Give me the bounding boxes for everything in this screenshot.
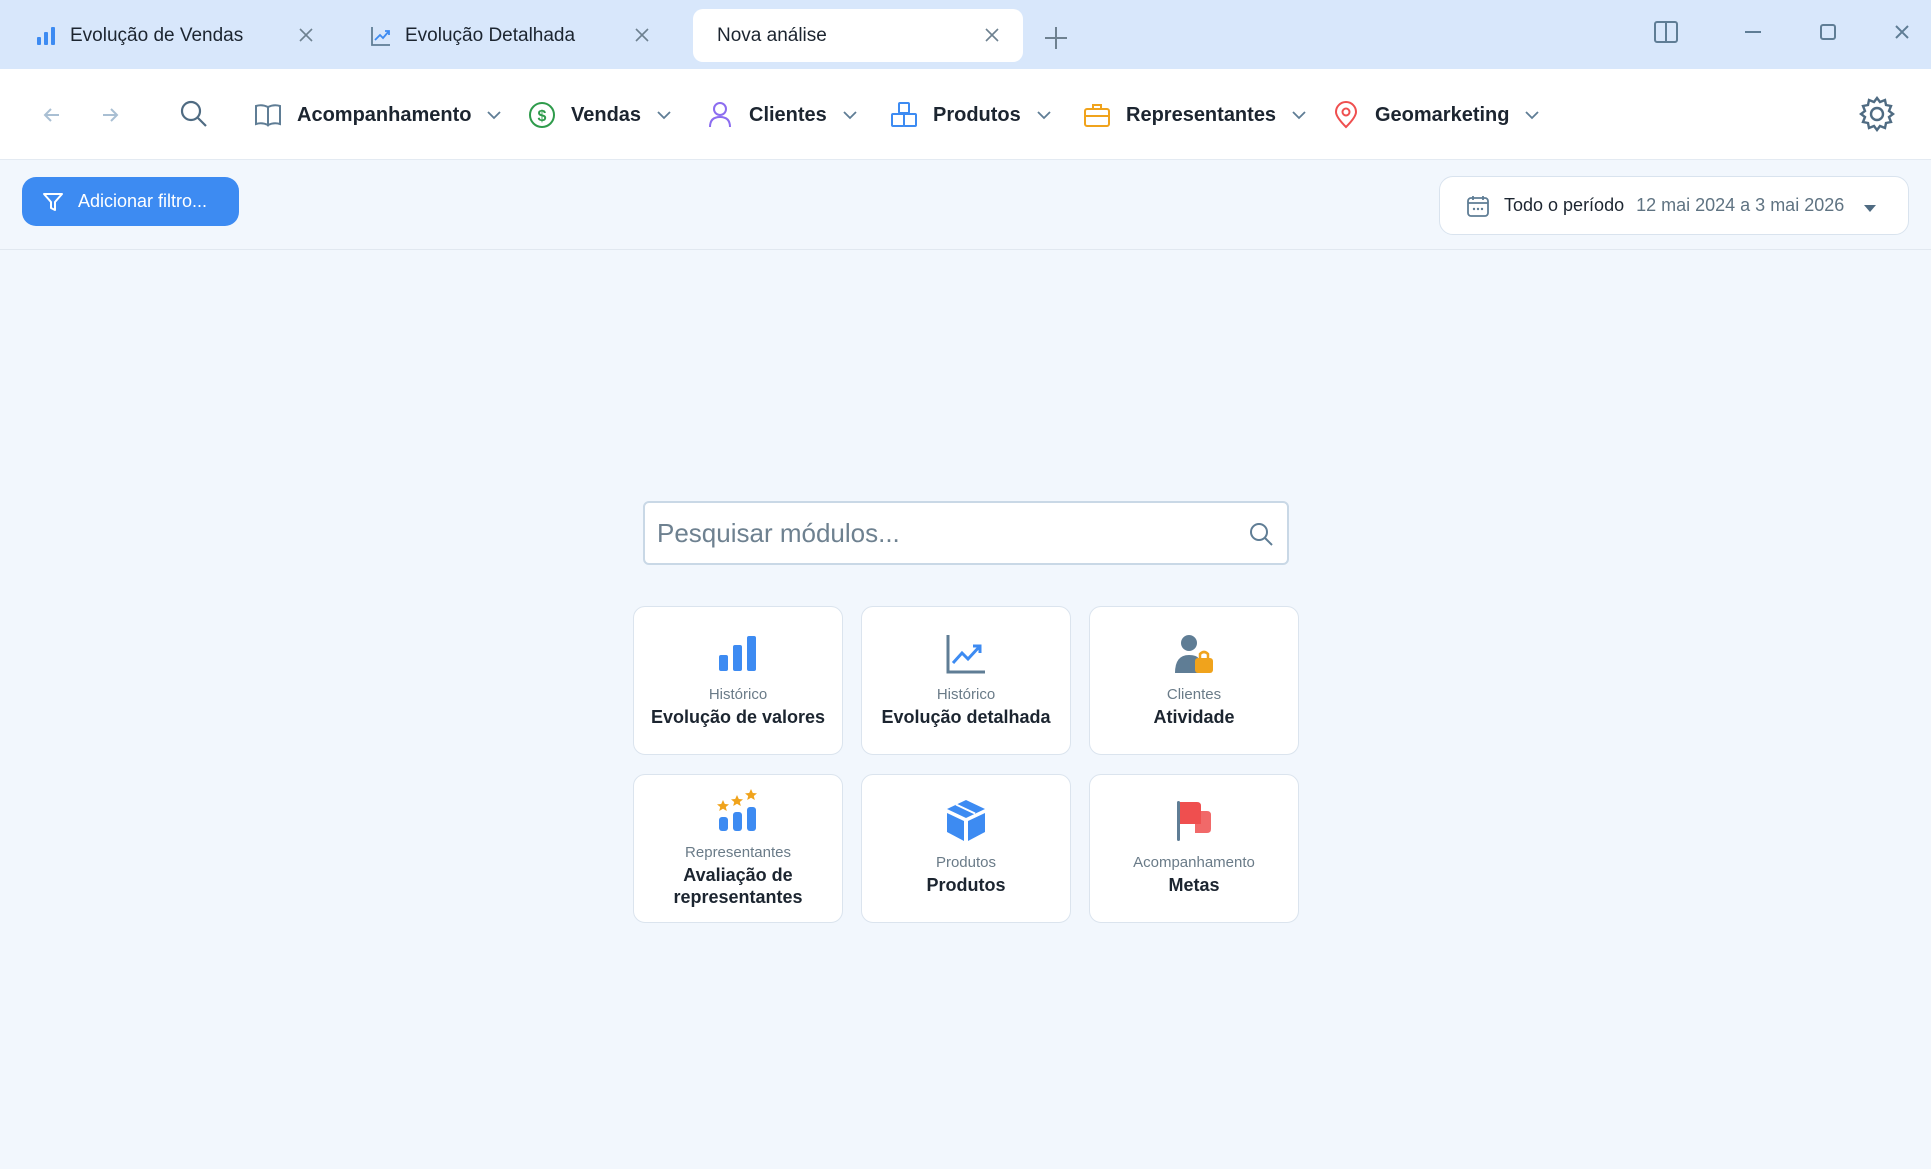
- close-icon[interactable]: [297, 26, 315, 44]
- map-pin-icon: [1331, 100, 1361, 130]
- tab-label: Evolução de Vendas: [70, 24, 244, 46]
- module-name: Atividade: [1153, 707, 1235, 727]
- tab-evolucao-detalhada[interactable]: Evolução Detalhada: [337, 9, 673, 62]
- book-icon: [253, 100, 283, 130]
- menu-label: Representantes: [1126, 103, 1277, 126]
- module-search: [643, 501, 1289, 565]
- tab-label: Evolução Detalhada: [405, 24, 576, 46]
- menu-vendas[interactable]: $ Vendas: [527, 95, 673, 135]
- tab-evolucao-vendas[interactable]: Evolução de Vendas: [0, 9, 337, 62]
- trend-chart-icon: [943, 631, 989, 677]
- briefcase-icon: [1082, 100, 1112, 130]
- menu-label: Geomarketing: [1375, 103, 1510, 126]
- tab-nova-analise[interactable]: Nova análise: [693, 9, 1023, 62]
- nav-bar: Acompanhamento $ Vendas Clientes Produto…: [0, 69, 1931, 160]
- tab-bar: Evolução de Vendas Evolução Detalhada No…: [0, 0, 1931, 69]
- close-icon[interactable]: [633, 26, 651, 44]
- filter-bar: Adicionar filtro... Todo o período 12 ma…: [0, 160, 1931, 250]
- maximize-icon[interactable]: [1814, 18, 1842, 46]
- chevron-down-icon: [1290, 106, 1308, 124]
- menu-produtos[interactable]: Produtos: [889, 95, 1053, 135]
- minimize-icon[interactable]: [1739, 18, 1767, 46]
- period-selector[interactable]: Todo o período 12 mai 2024 a 3 mai 2026: [1439, 176, 1909, 235]
- module-name: Evolução de valores: [650, 707, 826, 727]
- add-filter-label: Adicionar filtro...: [78, 191, 208, 211]
- forward-arrow-icon[interactable]: [95, 100, 125, 130]
- chevron-down-icon: [485, 106, 503, 124]
- menu-label: Produtos: [933, 103, 1021, 126]
- search-icon[interactable]: [1247, 520, 1275, 548]
- chevron-down-icon: [1035, 106, 1053, 124]
- bar-chart-icon: [715, 631, 761, 677]
- period-range: 12 mai 2024 a 3 mai 2026: [1636, 195, 1845, 215]
- menu-label: Clientes: [749, 103, 827, 126]
- gear-icon[interactable]: [1857, 94, 1897, 134]
- menu-clientes[interactable]: Clientes: [705, 95, 859, 135]
- menu-acompanhamento[interactable]: Acompanhamento: [253, 95, 503, 135]
- chevron-down-icon: [841, 106, 859, 124]
- period-label: Todo o período: [1504, 195, 1625, 215]
- module-category: Histórico: [936, 686, 996, 703]
- calendar-icon: [1466, 194, 1490, 218]
- module-category: Acompanhamento: [1133, 854, 1255, 871]
- module-card-atividade[interactable]: Clientes Atividade: [1089, 606, 1299, 755]
- search-icon[interactable]: [178, 98, 210, 130]
- trend-chart-icon: [369, 24, 393, 48]
- module-name: Metas: [1168, 875, 1220, 895]
- module-category: Produtos: [935, 854, 997, 871]
- flag-icon: [1171, 797, 1217, 843]
- module-name: Produtos: [926, 875, 1006, 895]
- module-category: Histórico: [708, 686, 768, 703]
- user-icon: [705, 100, 735, 130]
- close-icon[interactable]: [983, 26, 1001, 44]
- close-window-icon[interactable]: [1888, 18, 1916, 46]
- module-card-evolucao-detalhada[interactable]: Histórico Evolução detalhada: [861, 606, 1071, 755]
- rating-stars-icon: [715, 787, 761, 833]
- module-card-produtos[interactable]: Produtos Produtos: [861, 774, 1071, 923]
- menu-label: Vendas: [571, 103, 642, 126]
- module-name: Avaliação de representantes: [673, 865, 803, 907]
- menu-label: Acompanhamento: [297, 103, 472, 126]
- module-category: Representantes: [685, 844, 791, 861]
- module-card-avaliacao-representantes[interactable]: Representantes Avaliação de representant…: [633, 774, 843, 923]
- module-name: Evolução detalhada: [881, 707, 1051, 727]
- module-card-evolucao-valores[interactable]: Histórico Evolução de valores: [633, 606, 843, 755]
- module-category: Clientes: [1166, 686, 1222, 703]
- new-tab-plus-icon[interactable]: [1042, 24, 1070, 52]
- box-icon: [943, 797, 989, 843]
- menu-geomarketing[interactable]: Geomarketing: [1331, 95, 1541, 135]
- chevron-down-icon: [655, 106, 673, 124]
- bar-chart-icon: [34, 24, 58, 48]
- caret-down-icon: [1862, 199, 1878, 213]
- chevron-down-icon: [1523, 106, 1541, 124]
- boxes-icon: [889, 100, 919, 130]
- svg-text:$: $: [538, 108, 547, 125]
- menu-representantes[interactable]: Representantes: [1082, 95, 1308, 135]
- search-input[interactable]: [657, 503, 1217, 563]
- split-view-icon[interactable]: [1652, 18, 1680, 46]
- back-arrow-icon[interactable]: [37, 100, 67, 130]
- dollar-circle-icon: $: [527, 100, 557, 130]
- user-bag-icon: [1171, 631, 1217, 677]
- tab-label: Nova análise: [717, 24, 827, 46]
- add-filter-button[interactable]: Adicionar filtro...: [22, 177, 239, 226]
- module-card-metas[interactable]: Acompanhamento Metas: [1089, 774, 1299, 923]
- filter-icon: [42, 191, 64, 213]
